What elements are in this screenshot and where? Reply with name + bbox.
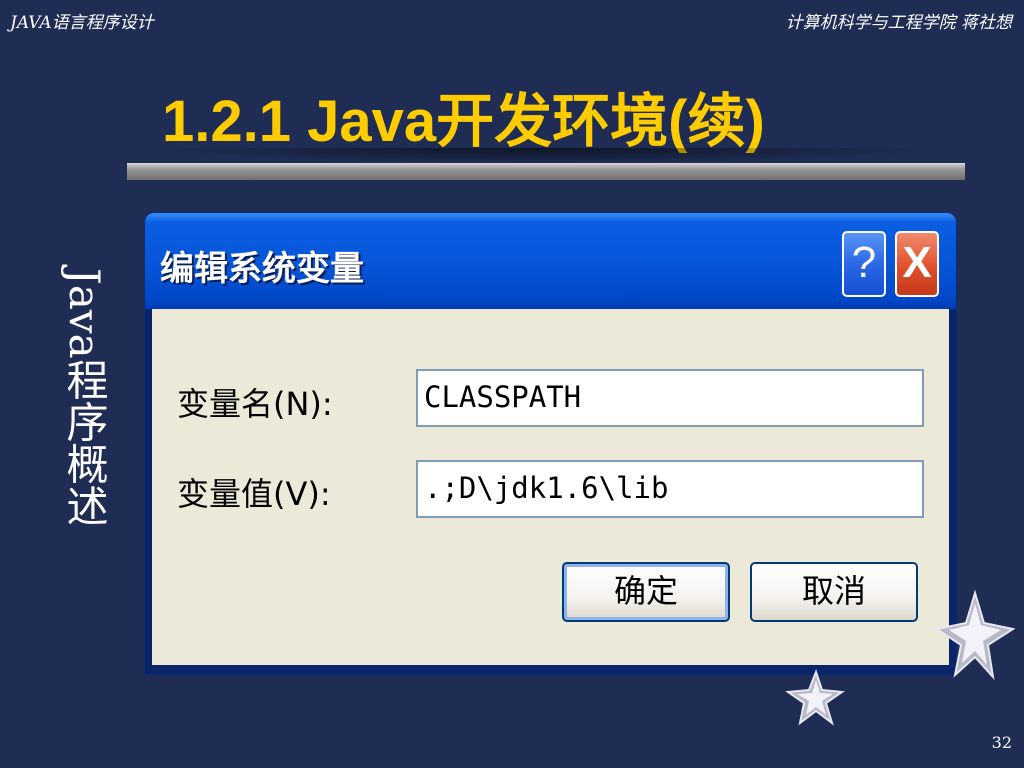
edit-system-variable-dialog: 编辑系统变量 ? X 变量名(N): CLASSPATH 变量值(V): .;D… <box>145 213 956 674</box>
star-icon <box>785 669 845 726</box>
page-number: 32 <box>991 733 1012 752</box>
title-rule-shadow <box>150 148 940 164</box>
header-left: JAVA语言程序设计 <box>10 13 154 33</box>
title-rule <box>127 163 965 180</box>
side-text: Java程序概述 <box>60 268 109 527</box>
variable-name-input[interactable]: CLASSPATH <box>416 369 924 427</box>
help-button[interactable]: ? <box>842 231 886 297</box>
dialog-titlebar[interactable]: 编辑系统变量 ? X <box>145 213 956 309</box>
header-right: 计算机科学与工程学院 蒋社想 <box>785 13 1012 33</box>
star-icon <box>935 589 1015 681</box>
close-button[interactable]: X <box>895 231 939 297</box>
slide-title: 1.2.1 Java开发环境(续) <box>162 89 765 154</box>
ok-button[interactable]: 确定 <box>562 562 730 622</box>
variable-name-label: 变量名(N): <box>177 385 333 423</box>
dialog-client-area: 变量名(N): CLASSPATH 变量值(V): .;D\jdk1.6\lib… <box>152 309 949 665</box>
dialog-title: 编辑系统变量 <box>160 249 364 289</box>
variable-value-input[interactable]: .;D\jdk1.6\lib <box>416 460 924 518</box>
cancel-button[interactable]: 取消 <box>750 562 918 622</box>
variable-value-label: 变量值(V): <box>177 475 331 513</box>
